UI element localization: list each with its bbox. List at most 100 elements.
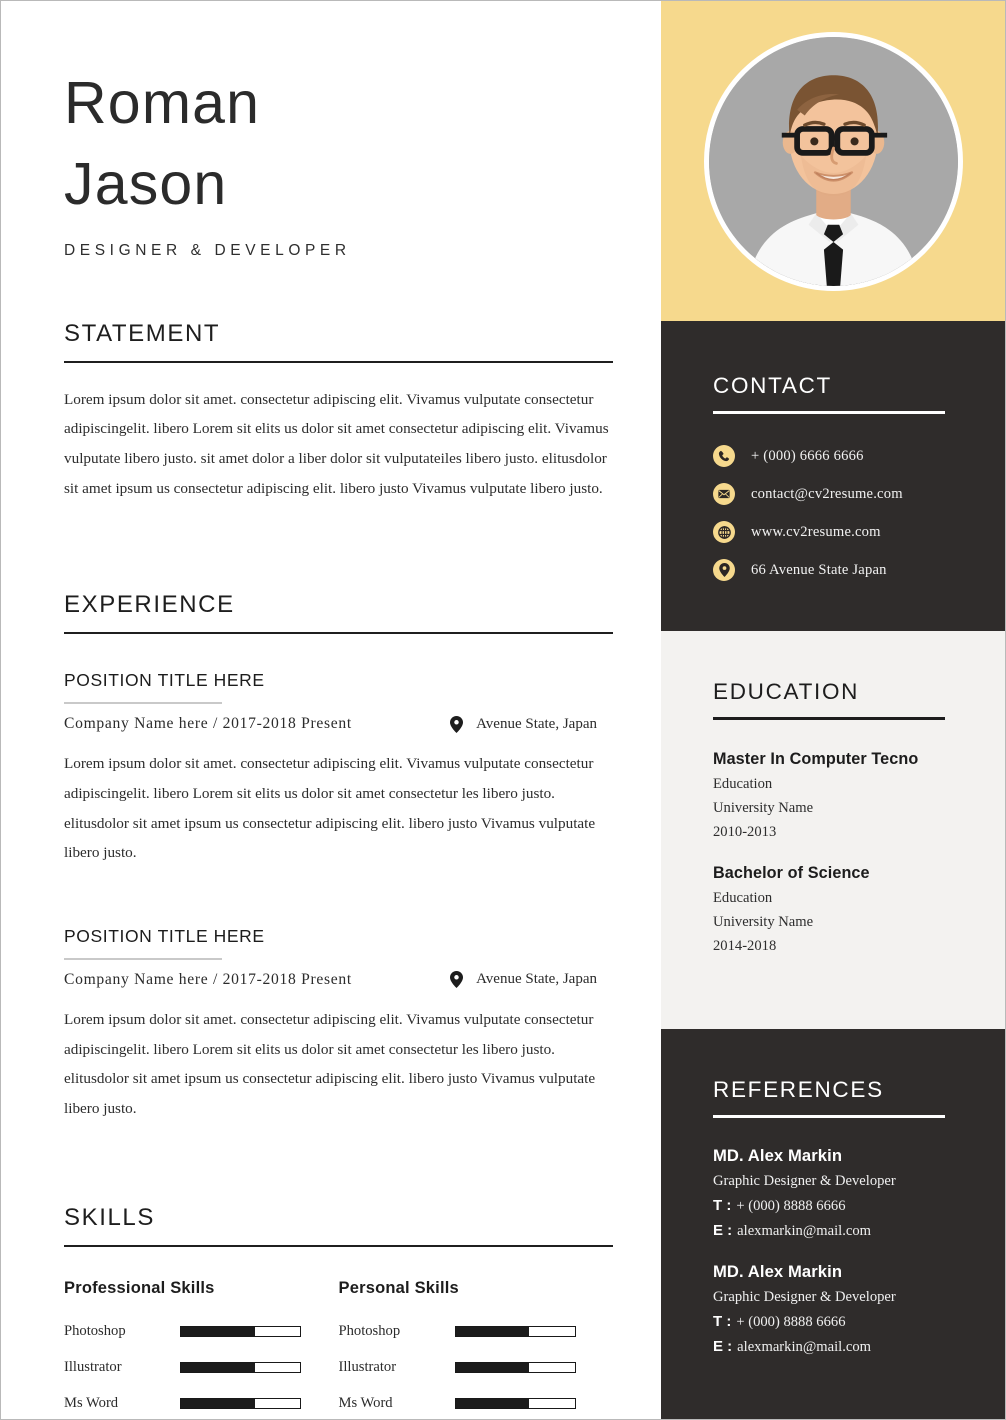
skill-row: Photoshop — [64, 1323, 339, 1340]
contact-section: CONTACT + (000) 6666 6666 contact@cv2res… — [661, 321, 1005, 631]
skill-bar — [180, 1361, 301, 1373]
right-column: CONTACT + (000) 6666 6666 contact@cv2res… — [661, 1, 1005, 1419]
education-item: Bachelor of Science Education University… — [713, 864, 955, 954]
skill-bar-fill — [181, 1362, 255, 1372]
job-title-underline — [64, 702, 222, 705]
references-head: REFERENCES — [713, 1029, 955, 1118]
portrait-illustration — [708, 36, 958, 286]
education-degree: Bachelor of Science — [713, 864, 870, 883]
job-description: Lorem ipsum dolor sit amet. consectetur … — [64, 755, 596, 862]
contact-item-phone[interactable]: + (000) 6666 6666 — [713, 445, 955, 467]
professional-skills-column: Professional Skills Photoshop Illustrato… — [64, 1279, 339, 1420]
envelope-icon — [713, 483, 735, 505]
reference-email-value: alexmarkin@mail.com — [737, 1339, 871, 1355]
statement-section: STATEMENT Lorem ipsum dolor sit amet. co… — [64, 320, 613, 504]
skills-divider — [64, 1244, 613, 1247]
reference-item: MD. Alex Markin Graphic Designer & Devel… — [713, 1146, 955, 1240]
left-column: Roman Jason DESIGNER & DEVELOPER STATEME… — [1, 1, 661, 1419]
job-role-subtitle: DESIGNER & DEVELOPER — [64, 241, 351, 259]
reference-item: MD. Alex Markin Graphic Designer & Devel… — [713, 1262, 955, 1356]
contact-item-address[interactable]: 66 Avenue State Japan — [713, 559, 955, 581]
skill-bar-fill — [181, 1326, 255, 1336]
reference-email-value: alexmarkin@mail.com — [737, 1223, 871, 1239]
skill-label: Photoshop — [64, 1322, 126, 1339]
skill-row: Photoshop — [339, 1323, 614, 1340]
reference-email[interactable]: E : alexmarkin@mail.com — [713, 1222, 955, 1240]
education-section: EDUCATION Master In Computer Tecno Educa… — [661, 631, 1005, 1029]
skills-columns: Professional Skills Photoshop Illustrato… — [64, 1279, 613, 1420]
education-years: 2010-2013 — [713, 823, 777, 840]
last-name: Jason — [64, 151, 228, 218]
skill-label: Illustrator — [338, 1358, 397, 1375]
contact-item-email[interactable]: contact@cv2resume.com — [713, 483, 955, 505]
job-location: Avenue State, Japan — [450, 715, 597, 733]
skill-row: Illustrator — [64, 1359, 339, 1376]
skill-label: Ms Word — [338, 1394, 393, 1411]
reference-name: MD. Alex Markin — [713, 1262, 843, 1281]
education-field: Education — [713, 890, 773, 907]
skills-section: SKILLS Professional Skills Photoshop Ill… — [64, 1204, 613, 1420]
skill-row: Illustrator — [339, 1359, 614, 1376]
job-location-text: Avenue State, Japan — [476, 715, 597, 732]
experience-heading: EXPERIENCE — [64, 591, 235, 619]
skill-label: Photoshop — [338, 1322, 401, 1339]
job-meta: Company Name here / 2017-2018 Present Av… — [64, 971, 597, 989]
statement-divider — [64, 360, 613, 363]
job-title: POSITION TITLE HERE — [64, 670, 265, 691]
contact-heading: CONTACT — [713, 373, 832, 398]
skill-label: Ms Word — [64, 1394, 119, 1411]
job-location-text: Avenue State, Japan — [476, 971, 597, 988]
skills-heading: SKILLS — [64, 1203, 155, 1231]
reference-role: Graphic Designer & Developer — [713, 1289, 896, 1305]
resume-page: Roman Jason DESIGNER & DEVELOPER STATEME… — [0, 0, 1006, 1420]
education-item: Master In Computer Tecno Education Unive… — [713, 750, 955, 840]
reference-email-label: E : — [713, 1222, 733, 1239]
first-name: Roman — [64, 70, 261, 136]
education-list: Master In Computer Tecno Education Unive… — [713, 750, 955, 955]
contact-item-website[interactable]: www.cv2resume.com — [713, 521, 955, 543]
references-list: MD. Alex Markin Graphic Designer & Devel… — [713, 1146, 955, 1356]
contact-address-text: 66 Avenue State Japan — [751, 561, 887, 578]
reference-phone[interactable]: T : + (000) 8888 6666 — [713, 1313, 955, 1331]
reference-phone-value: + (000) 8888 6666 — [736, 1198, 846, 1214]
skill-bar — [180, 1325, 301, 1337]
job-company: Company Name here / 2017-2018 Present — [64, 970, 352, 988]
reference-phone-label: T : — [713, 1197, 732, 1214]
skill-bar — [454, 1325, 576, 1337]
experience-item: POSITION TITLE HERE Company Name here / … — [64, 926, 613, 1124]
job-company: Company Name here / 2017-2018 Present — [64, 715, 352, 733]
job-description: Lorem ipsum dolor sit amet. consectetur … — [64, 1010, 596, 1117]
job-title: POSITION TITLE HERE — [64, 925, 265, 946]
map-pin-icon — [450, 971, 464, 989]
contact-head: CONTACT — [713, 321, 955, 414]
education-field: Education — [713, 776, 773, 792]
job-meta: Company Name here / 2017-2018 Present Av… — [64, 715, 597, 733]
contact-phone-text: + (000) 6666 6666 — [751, 447, 864, 464]
contact-list: + (000) 6666 6666 contact@cv2resume.com — [713, 445, 955, 581]
reference-name: MD. Alex Markin — [713, 1146, 843, 1165]
reference-phone-value: + (000) 8888 6666 — [736, 1314, 846, 1330]
skills-group-title: Professional Skills — [64, 1278, 215, 1297]
education-school: University Name — [713, 799, 814, 816]
skill-bar — [180, 1397, 301, 1409]
skill-bar — [454, 1361, 576, 1373]
reference-phone[interactable]: T : + (000) 8888 6666 — [713, 1197, 955, 1215]
skills-group-title: Personal Skills — [338, 1278, 459, 1297]
globe-icon — [713, 521, 735, 543]
skill-row: Ms Word — [64, 1395, 339, 1412]
skill-bar — [454, 1397, 576, 1409]
name-block: Roman Jason DESIGNER & DEVELOPER — [64, 1, 613, 260]
photo-banner — [661, 1, 1005, 321]
statement-text: Lorem ipsum dolor sit amet. consectetur … — [64, 390, 609, 497]
skill-row: Ms Word — [339, 1395, 614, 1412]
phone-icon — [713, 445, 735, 467]
job-title-underline — [64, 957, 222, 960]
education-divider — [713, 717, 945, 720]
references-divider — [713, 1115, 945, 1118]
reference-email[interactable]: E : alexmarkin@mail.com — [713, 1338, 955, 1356]
experience-divider — [64, 632, 613, 635]
reference-email-label: E : — [713, 1338, 733, 1355]
education-school: University Name — [713, 914, 814, 931]
experience-section: EXPERIENCE POSITION TITLE HERE Company N… — [64, 591, 613, 1123]
reference-role: Graphic Designer & Developer — [713, 1173, 896, 1189]
